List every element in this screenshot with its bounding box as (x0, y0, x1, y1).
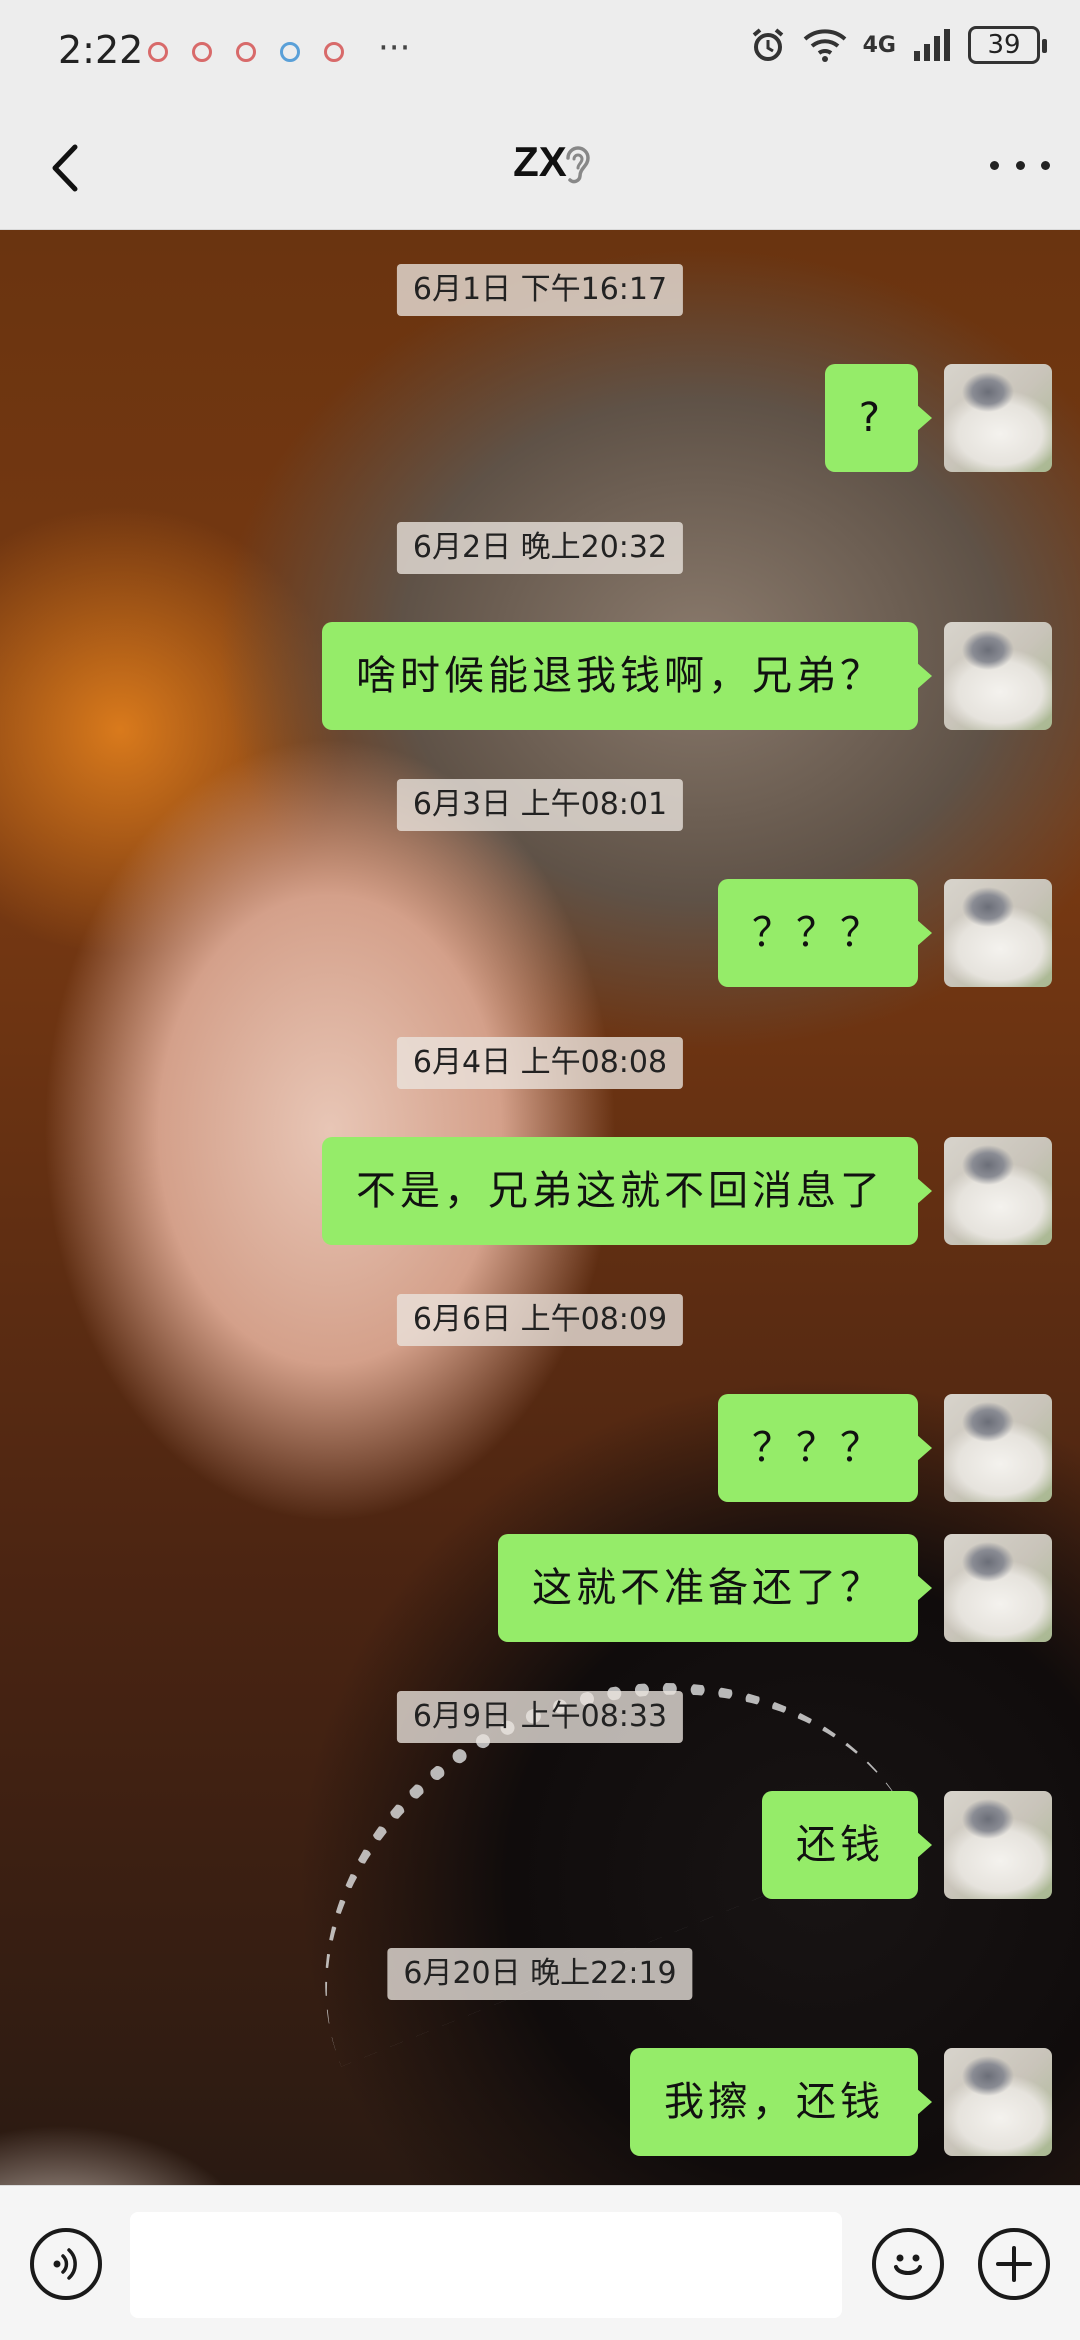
timestamp: 6月2日 晚上20:32 (396, 522, 684, 574)
notification-icon (148, 42, 168, 62)
message-bubble[interactable]: 啥时候能退我钱啊，兄弟？ (322, 622, 932, 730)
chat-header: ZX (0, 100, 1080, 230)
status-bar: 2:22 ··· 4G 39 (0, 0, 1080, 100)
add-more-button[interactable] (978, 2228, 1050, 2300)
network-type: 4G (862, 32, 896, 58)
signal-icon (914, 29, 950, 61)
timestamp: 6月4日 上午08:08 (396, 1037, 684, 1089)
timestamp: 6月1日 下午16:17 (396, 264, 684, 316)
input-bar (0, 2185, 1080, 2340)
message-row: ? (824, 364, 1052, 472)
wifi-icon (803, 29, 846, 62)
voice-icon (53, 2248, 77, 2280)
avatar[interactable] (944, 1137, 1052, 1245)
timestamp: 6月6日 上午08:09 (396, 1294, 684, 1346)
notification-icons (148, 42, 344, 62)
message-bubble[interactable]: ? (824, 364, 933, 472)
emoji-button[interactable] (872, 2228, 944, 2300)
avatar[interactable] (944, 879, 1052, 987)
message-bubble[interactable]: 我擦，还钱 (630, 2048, 932, 2156)
chat-background[interactable]: 6月1日 下午16:17 ? 6月2日 晚上20:32 啥时候能退我钱啊，兄弟？… (0, 230, 1080, 2185)
dot-icon (1015, 160, 1025, 170)
alarm-icon (752, 28, 783, 61)
message-row: 啥时候能退我钱啊，兄弟？ (322, 622, 1052, 730)
avatar[interactable] (944, 2048, 1052, 2156)
notification-icon (324, 42, 344, 62)
message-row: 不是，兄弟这就不回消息了 (322, 1137, 1052, 1245)
avatar[interactable] (944, 622, 1052, 730)
dot-icon (990, 160, 999, 170)
status-time: 2:22 (58, 28, 144, 72)
message-row: 这就不准备还了？ (498, 1534, 1052, 1642)
avatar[interactable] (944, 1534, 1052, 1642)
message-row: 还钱 (762, 1791, 1052, 1899)
timestamp: 6月9日 上午08:33 (396, 1691, 684, 1743)
battery-icon: 39 (968, 26, 1047, 64)
voice-button[interactable] (30, 2228, 102, 2300)
avatar[interactable] (944, 1791, 1052, 1899)
avatar[interactable] (944, 1394, 1052, 1502)
message-row: 我擦，还钱 (630, 2048, 1052, 2156)
status-icons: 4G 39 (749, 26, 1047, 64)
chat-title: ZX (513, 138, 567, 185)
message-bubble[interactable]: ？？？ (718, 879, 932, 987)
message-bubble[interactable]: ？？？ (718, 1394, 932, 1502)
avatar[interactable] (944, 364, 1052, 472)
notification-more: ··· (378, 28, 411, 68)
message-bubble[interactable]: 这就不准备还了？ (498, 1534, 932, 1642)
message-row: ？？？ (718, 879, 1052, 987)
timestamp: 6月20日 晚上22:19 (387, 1948, 693, 2000)
dot-icon (1041, 160, 1050, 170)
message-bubble[interactable]: 还钱 (762, 1791, 932, 1899)
earpiece-mode-icon (566, 146, 590, 184)
smiley-icon (894, 2254, 922, 2275)
plus-icon (996, 2246, 1032, 2282)
message-bubble[interactable]: 不是，兄弟这就不回消息了 (322, 1137, 932, 1245)
notification-icon (192, 42, 212, 62)
notification-icon (280, 42, 300, 62)
message-row: ？？？ (718, 1394, 1052, 1502)
timestamp: 6月3日 上午08:01 (396, 779, 684, 831)
message-input[interactable] (130, 2212, 842, 2318)
more-options-button[interactable] (990, 150, 1050, 180)
notification-icon (236, 42, 256, 62)
